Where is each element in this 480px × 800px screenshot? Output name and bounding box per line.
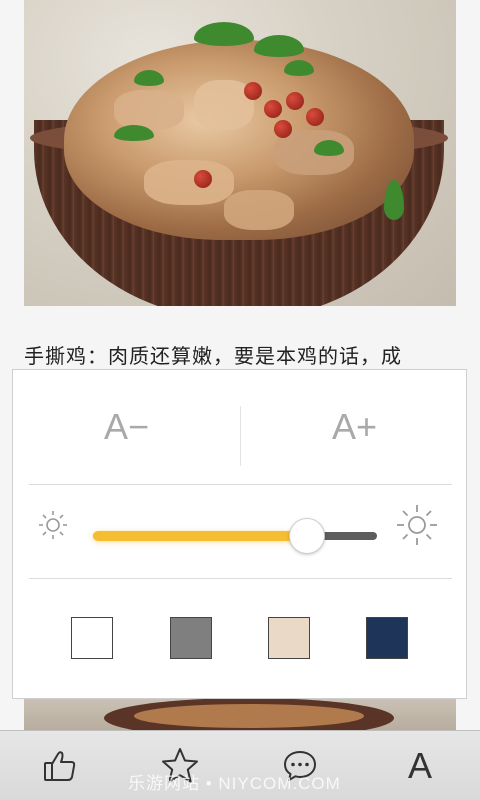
cilantro-leaf bbox=[314, 140, 344, 156]
goji-berry bbox=[286, 92, 304, 110]
food-mound bbox=[134, 704, 364, 728]
decrease-font-button[interactable]: A− bbox=[13, 370, 240, 484]
cilantro-leaf bbox=[114, 125, 154, 141]
slider-fill bbox=[93, 531, 307, 541]
comment-icon bbox=[284, 751, 316, 781]
food-photo bbox=[24, 0, 456, 306]
slider-knob[interactable] bbox=[289, 518, 325, 554]
thumbs-up-icon bbox=[44, 751, 76, 781]
goji-berry bbox=[264, 100, 282, 118]
sun-small-icon bbox=[39, 511, 67, 539]
theme-swatch-gray[interactable] bbox=[170, 617, 212, 659]
goji-berry bbox=[274, 120, 292, 138]
comment-button[interactable] bbox=[240, 731, 360, 800]
goji-berry bbox=[244, 82, 262, 100]
star-icon bbox=[162, 748, 198, 783]
food-piece bbox=[114, 90, 184, 130]
sun-large-icon bbox=[397, 505, 437, 545]
theme-swatch-white[interactable] bbox=[71, 617, 113, 659]
cilantro-leaf bbox=[134, 70, 164, 86]
brightness-row bbox=[13, 485, 466, 578]
food-piece bbox=[144, 160, 234, 205]
increase-font-button[interactable]: A+ bbox=[241, 370, 468, 484]
cilantro-leaf bbox=[254, 35, 304, 57]
article-text: 手撕鸡：肉质还算嫩，要是本鸡的话，成 bbox=[24, 344, 402, 368]
favorite-button[interactable] bbox=[120, 731, 240, 800]
theme-swatch-navy[interactable] bbox=[366, 617, 408, 659]
font-size-row: A− A+ bbox=[13, 370, 466, 484]
reading-settings-panel: A− A+ bbox=[12, 369, 467, 699]
bottom-toolbar: A 乐游网站 • NIYCOM.COM bbox=[0, 730, 480, 800]
cilantro-leaf bbox=[284, 60, 314, 76]
goji-berry bbox=[306, 108, 324, 126]
theme-swatch-beige[interactable] bbox=[268, 617, 310, 659]
cilantro-leaf bbox=[194, 22, 254, 46]
font-settings-button[interactable]: A bbox=[360, 731, 480, 800]
food-piece bbox=[224, 190, 294, 230]
theme-row bbox=[13, 579, 466, 699]
font-icon: A bbox=[407, 745, 432, 786]
goji-berry bbox=[194, 170, 212, 188]
like-button[interactable] bbox=[0, 731, 120, 800]
brightness-slider[interactable] bbox=[93, 518, 379, 554]
